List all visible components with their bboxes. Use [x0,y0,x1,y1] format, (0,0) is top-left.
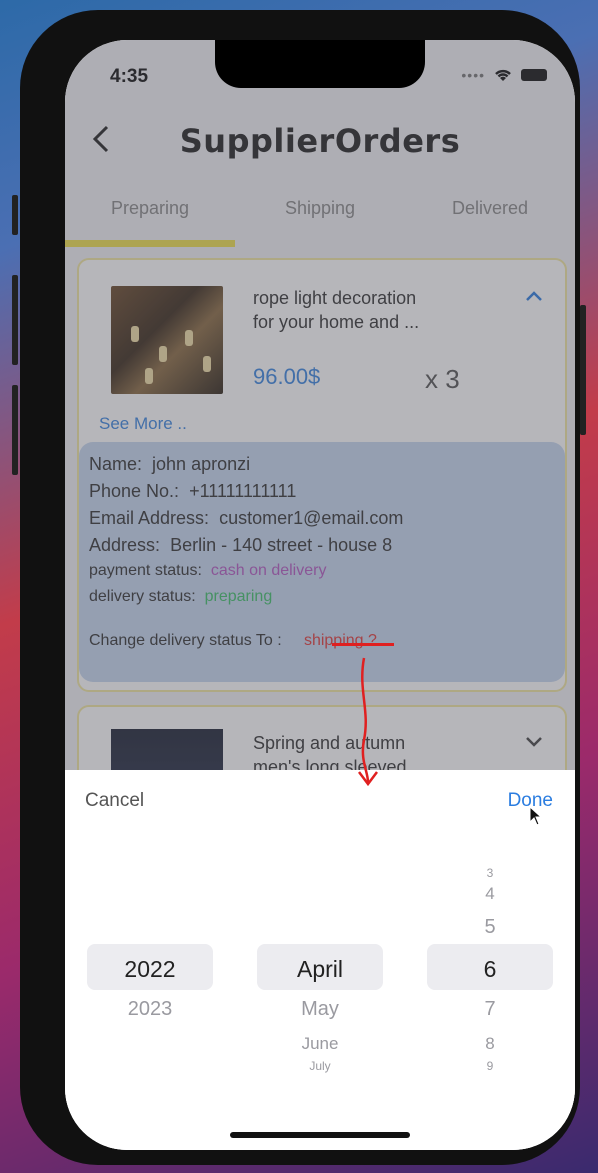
month-option[interactable]: May [257,998,383,1021]
month-wheel[interactable]: April May June July [257,860,383,1080]
annotation-underline [332,643,394,646]
day-option[interactable]: 9 [427,1059,553,1073]
year-selected[interactable]: 2022 [87,956,213,983]
phone-frame: 4:35 •••• SupplierOrders Preparing Shipp… [12,10,586,1165]
month-option[interactable]: July [257,1059,383,1073]
cancel-button[interactable]: Cancel [85,790,144,812]
day-option[interactable]: 7 [427,998,553,1021]
modal-overlay[interactable] [65,40,575,770]
date-picker-sheet: Cancel Done 2022 2023 April May June Jul… [65,770,575,1150]
year-option[interactable]: 2023 [87,998,213,1021]
screen: 4:35 •••• SupplierOrders Preparing Shipp… [65,40,575,1150]
day-wheel[interactable]: 3 4 5 6 7 8 9 [427,860,553,1080]
app: 4:35 •••• SupplierOrders Preparing Shipp… [65,40,575,1150]
month-option[interactable]: June [257,1034,383,1054]
day-option[interactable]: 3 [427,866,553,880]
year-wheel[interactable]: 2022 2023 [87,860,213,1080]
notch [215,40,425,88]
day-selected[interactable]: 6 [427,956,553,983]
day-option[interactable]: 5 [427,916,553,939]
month-selected[interactable]: April [257,956,383,983]
day-option[interactable]: 8 [427,1034,553,1054]
mouse-cursor-icon [529,805,543,831]
annotation-arrow-icon [358,657,378,787]
home-indicator [230,1132,410,1138]
day-option[interactable]: 4 [427,884,553,904]
